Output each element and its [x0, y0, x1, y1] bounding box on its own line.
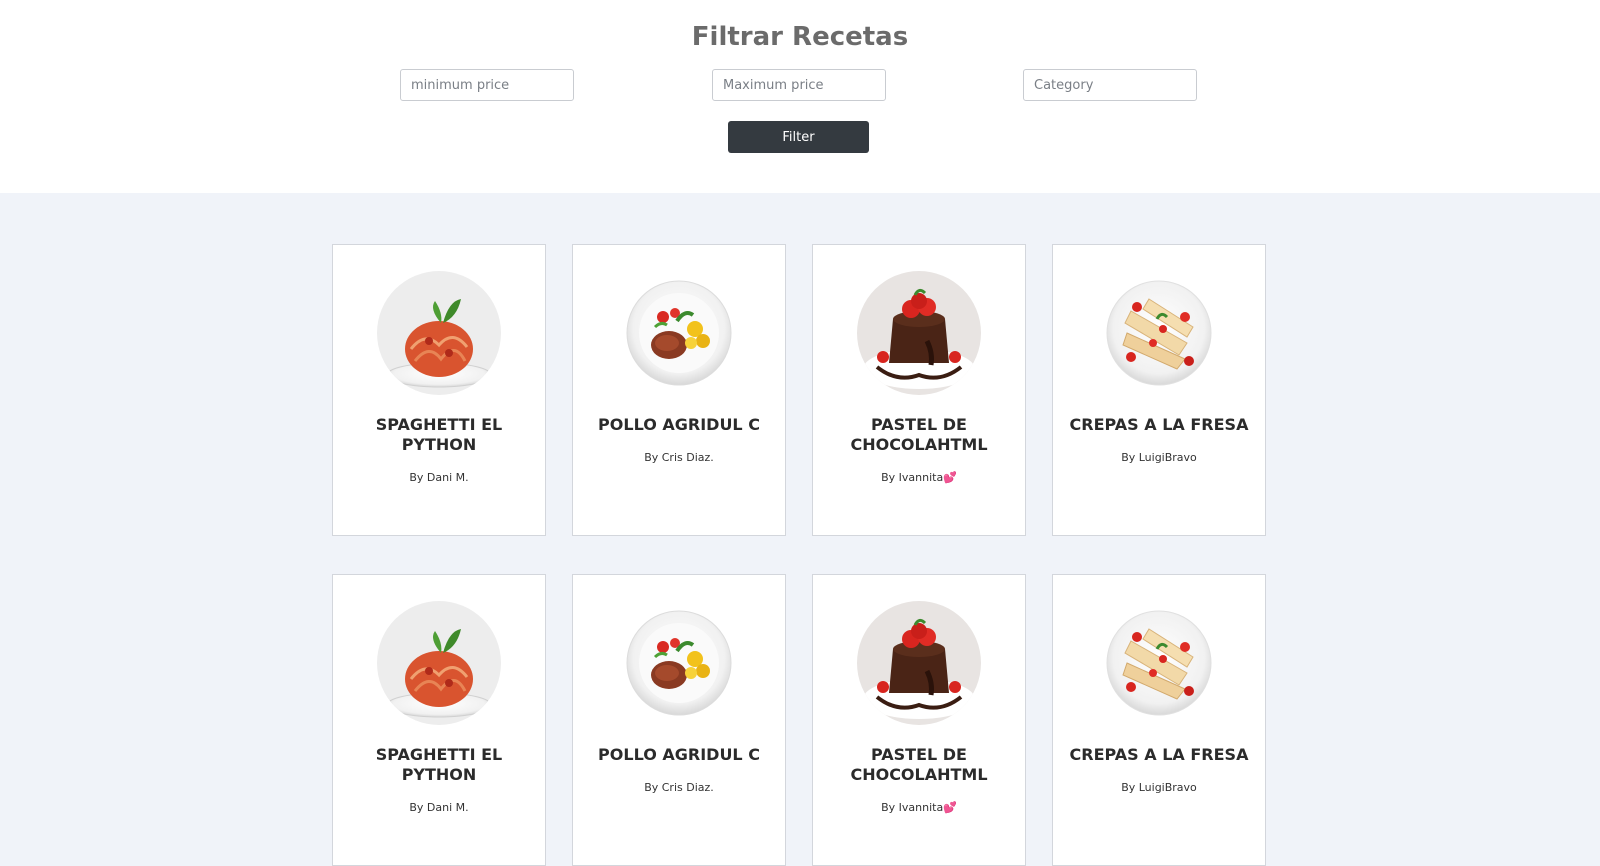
recipe-author: By Cris Diaz.: [644, 451, 714, 464]
recipe-author: By LuigiBravo: [1121, 451, 1197, 464]
filter-title: Filtrar Recetas: [691, 22, 909, 52]
recipe-grid: SPAGHETTI EL PYTHON By Dani M. POLLO AGRID…: [332, 244, 1268, 866]
recipe-card[interactable]: CREPAS A LA FRESA By LuigiBravo: [1052, 574, 1266, 866]
recipe-image: [377, 271, 501, 395]
maximum-price-input[interactable]: [712, 69, 886, 101]
recipe-image: [1097, 271, 1221, 395]
recipe-card[interactable]: PASTEL DE CHOCOLAHTML By Ivannita💕: [812, 244, 1026, 536]
recipe-author: By Dani M.: [409, 471, 469, 484]
filter-button[interactable]: Filter: [728, 121, 869, 153]
recipe-card[interactable]: POLLO AGRIDUL C By Cris Diaz.: [572, 574, 786, 866]
filter-section: Filtrar Recetas Filter: [0, 0, 1600, 193]
recipe-title: POLLO AGRIDUL C: [598, 415, 760, 434]
recipe-author: By LuigiBravo: [1121, 781, 1197, 794]
recipe-title: CREPAS A LA FRESA: [1069, 745, 1249, 764]
recipe-image: [617, 601, 741, 725]
recipe-card[interactable]: SPAGHETTI EL PYTHON By Dani M.: [332, 574, 546, 866]
category-input[interactable]: [1023, 69, 1197, 101]
recipe-title: SPAGHETTI EL PYTHON: [375, 745, 503, 784]
recipe-title: PASTEL DE CHOCOLAHTML: [850, 745, 988, 784]
recipe-card[interactable]: CREPAS A LA FRESA By LuigiBravo: [1052, 244, 1266, 536]
recipe-card[interactable]: PASTEL DE CHOCOLAHTML By Ivannita💕: [812, 574, 1026, 866]
recipe-card[interactable]: SPAGHETTI EL PYTHON By Dani M.: [332, 244, 546, 536]
recipe-author: By Dani M.: [409, 801, 469, 814]
recipe-image: [857, 601, 981, 725]
recipe-author: By Ivannita💕: [881, 801, 957, 814]
recipe-image: [857, 271, 981, 395]
minimum-price-input[interactable]: [400, 69, 574, 101]
recipe-author: By Cris Diaz.: [644, 781, 714, 794]
recipe-author: By Ivannita💕: [881, 471, 957, 484]
recipe-card[interactable]: POLLO AGRIDUL C By Cris Diaz.: [572, 244, 786, 536]
recipe-title: CREPAS A LA FRESA: [1069, 415, 1249, 434]
recipe-image: [377, 601, 501, 725]
recipe-image: [617, 271, 741, 395]
recipe-title: POLLO AGRIDUL C: [598, 745, 760, 764]
recipe-image: [1097, 601, 1221, 725]
recipe-title: SPAGHETTI EL PYTHON: [375, 415, 503, 454]
recipe-title: PASTEL DE CHOCOLAHTML: [850, 415, 988, 454]
